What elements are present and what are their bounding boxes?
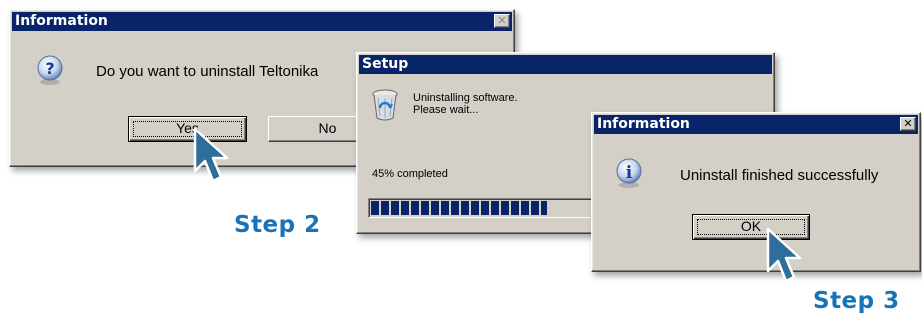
uninstall-finished-dialog: Information ✕ i Uninstall finished succe… bbox=[591, 112, 921, 272]
step-2-label: Step 2 bbox=[234, 212, 321, 238]
close-icon: ✕ bbox=[497, 14, 507, 27]
status-line-2: Please wait... bbox=[413, 104, 479, 116]
dialog-title: Information bbox=[597, 116, 690, 132]
progress-fill bbox=[371, 201, 547, 215]
svg-text:?: ? bbox=[45, 59, 54, 78]
pointer-cursor-icon bbox=[193, 127, 229, 183]
recycle-bin-icon bbox=[370, 88, 400, 122]
close-button[interactable]: ✕ bbox=[900, 117, 916, 131]
step-3-label: Step 3 bbox=[813, 288, 900, 314]
dialog-message: Do you want to uninstall Teltonika bbox=[96, 63, 319, 80]
pointer-cursor-icon bbox=[766, 227, 802, 283]
dialog-titlebar[interactable]: Information ✕ bbox=[594, 115, 918, 134]
svg-text:i: i bbox=[626, 163, 633, 183]
info-icon: i bbox=[613, 157, 645, 189]
close-icon: ✕ bbox=[903, 117, 913, 130]
progress-text: 45% completed bbox=[372, 168, 448, 180]
question-icon: ? bbox=[34, 54, 66, 86]
close-button[interactable]: ✕ bbox=[494, 14, 510, 28]
dialog-title: Setup bbox=[362, 56, 409, 72]
status-line-1: Uninstalling software. bbox=[413, 92, 518, 104]
dialog-titlebar[interactable]: Setup bbox=[359, 55, 772, 74]
dialog-message: Uninstall finished successfully bbox=[680, 167, 879, 184]
dialog-title: Information bbox=[15, 13, 108, 29]
dialog-titlebar[interactable]: Information ✕ bbox=[12, 12, 512, 31]
